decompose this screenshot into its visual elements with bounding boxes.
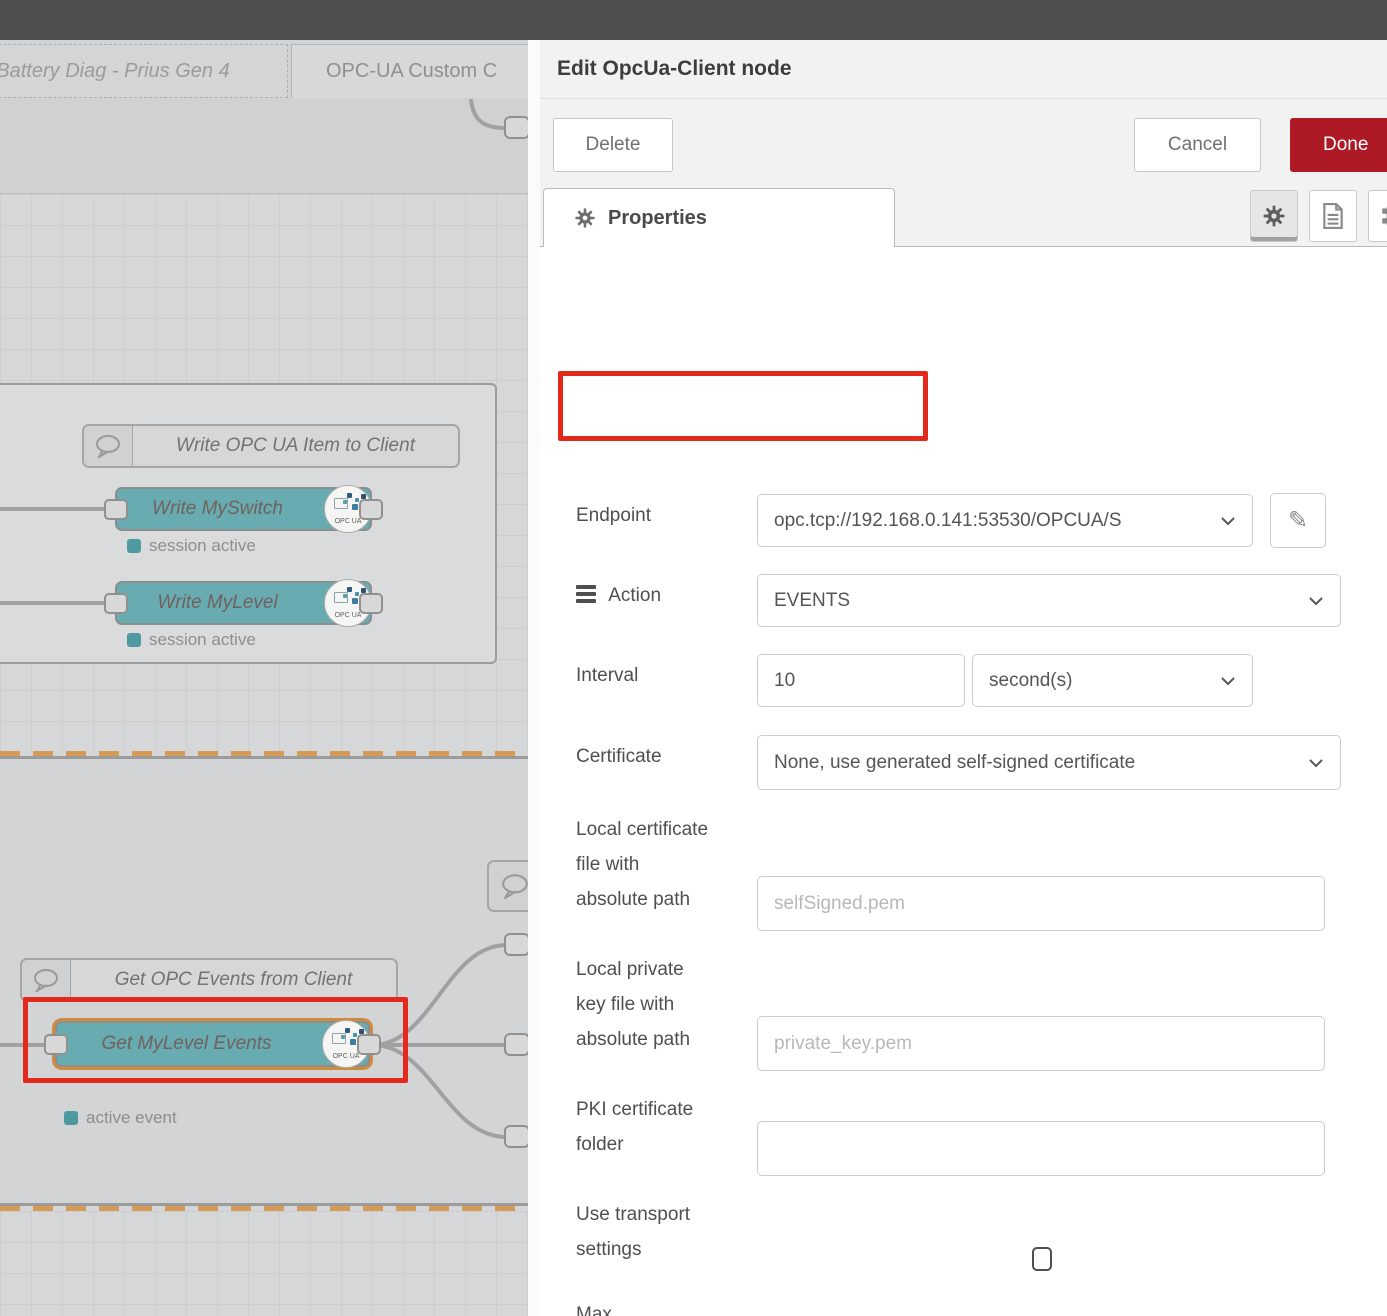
private-key-label: key file with <box>576 994 674 1016</box>
done-button[interactable]: Done <box>1290 118 1387 172</box>
comment-node-get[interactable]: Get OPC Events from Client <box>20 958 398 1002</box>
pki-label: PKI certificate <box>576 1099 693 1121</box>
edge-port <box>505 117 528 138</box>
pki-label: folder <box>576 1134 624 1156</box>
dialog-header: Edit OpcUa-Client node <box>540 40 1387 99</box>
action-value: EVENTS <box>774 590 850 612</box>
status-text: session active <box>149 630 256 650</box>
private-key-label: Local private <box>576 959 684 981</box>
comment-node-partial[interactable] <box>487 860 528 912</box>
output-port[interactable] <box>359 499 383 520</box>
chevron-down-icon <box>1308 596 1324 606</box>
endpoint-select[interactable]: opc.tcp://192.168.0.141:53530/OPCUA/S <box>757 494 1253 547</box>
chevron-down-icon <box>1220 676 1236 686</box>
node-red-app: Battery Diag - Prius Gen 4 OPC-UA Custom… <box>0 0 1387 1316</box>
local-cert-label: absolute path <box>576 889 690 911</box>
status-dot <box>64 1111 78 1125</box>
delete-button[interactable]: Delete <box>553 118 673 172</box>
local-cert-label: Local certificate <box>576 819 708 841</box>
description-button[interactable] <box>1309 190 1357 242</box>
pki-folder-input[interactable] <box>757 1121 1325 1176</box>
transport-label: Use transport <box>576 1204 690 1226</box>
annotation-box-node <box>23 997 408 1083</box>
edit-node-panel: Edit OpcUa-Client node Delete Cancel Don… <box>540 40 1387 1316</box>
flow-canvas[interactable]: Battery Diag - Prius Gen 4 OPC-UA Custom… <box>0 40 528 1316</box>
interval-label: Interval <box>576 665 638 687</box>
edge-port <box>505 1034 528 1055</box>
node-status: active event <box>64 1108 177 1128</box>
action-select[interactable]: EVENTS <box>757 574 1341 627</box>
interval-unit-select[interactable]: second(s) <box>972 654 1253 707</box>
node-write-mylevel[interactable]: Write MyLevel OPC UA <box>115 581 372 625</box>
done-button-label: Done <box>1323 134 1368 156</box>
cancel-button[interactable]: Cancel <box>1134 118 1261 172</box>
status-dot <box>127 633 141 647</box>
panel-divider[interactable] <box>528 40 540 1316</box>
action-label: Action <box>576 585 661 607</box>
tab-properties[interactable]: Properties <box>543 188 895 247</box>
edge-port <box>505 1126 528 1147</box>
speech-bubble-icon <box>489 862 528 910</box>
annotation-box-action <box>558 371 928 441</box>
pencil-icon: ✎ <box>1288 506 1308 535</box>
document-icon <box>1322 203 1344 229</box>
transport-settings-checkbox[interactable] <box>1032 1247 1052 1271</box>
app-header <box>0 0 1387 40</box>
edit-endpoint-button[interactable]: ✎ <box>1270 493 1326 548</box>
output-port[interactable] <box>359 593 383 614</box>
cancel-button-label: Cancel <box>1168 134 1227 156</box>
endpoint-value: opc.tcp://192.168.0.141:53530/OPCUA/S <box>774 510 1122 532</box>
comment-node-write[interactable]: Write OPC UA Item to Client <box>82 424 460 468</box>
chevron-down-icon <box>1308 758 1324 768</box>
gear-icon <box>1262 204 1286 228</box>
gear-icon <box>574 207 596 229</box>
endpoint-label: Endpoint <box>576 505 651 527</box>
input-port[interactable] <box>104 593 128 614</box>
node-appearance-icon <box>1381 203 1387 229</box>
speech-bubble-icon <box>22 960 71 1000</box>
status-text: session active <box>149 536 256 556</box>
properties-view-button[interactable] <box>1250 190 1298 242</box>
private-key-label: absolute path <box>576 1029 690 1051</box>
input-port[interactable] <box>104 499 128 520</box>
delete-button-label: Delete <box>586 134 641 156</box>
dialog-title: Edit OpcUa-Client node <box>557 57 792 81</box>
wire <box>471 99 505 128</box>
local-cert-input[interactable] <box>757 876 1325 931</box>
edge-port <box>505 934 528 955</box>
max-chunk-label: Max <box>576 1304 612 1316</box>
node-write-myswitch[interactable]: Write MySwitch OPC UA <box>115 487 372 531</box>
interval-unit-value: second(s) <box>989 670 1072 692</box>
transport-label: settings <box>576 1239 641 1261</box>
comment-label: Write OPC UA Item to Client <box>133 426 458 466</box>
node-status: session active <box>127 536 256 556</box>
tab-properties-label: Properties <box>608 207 707 230</box>
comment-label: Get OPC Events from Client <box>71 960 396 1000</box>
status-dot <box>127 539 141 553</box>
chevron-down-icon <box>1220 516 1236 526</box>
speech-bubble-icon <box>84 426 133 466</box>
node-label: Write MyLevel <box>117 583 318 623</box>
private-key-input[interactable] <box>757 1016 1325 1071</box>
node-status: session active <box>127 630 256 650</box>
interval-input[interactable] <box>757 654 965 707</box>
action-bars-icon <box>576 585 596 603</box>
certificate-select[interactable]: None, use generated self-signed certific… <box>757 735 1341 790</box>
certificate-label: Certificate <box>576 746 662 768</box>
local-cert-label: file with <box>576 854 639 876</box>
certificate-value: None, use generated self-signed certific… <box>774 752 1135 774</box>
appearance-button[interactable] <box>1368 190 1387 242</box>
dialog-tabsrow: Properties <box>540 188 1387 247</box>
status-text: active event <box>86 1108 177 1128</box>
node-label: Write MySwitch <box>117 489 318 529</box>
